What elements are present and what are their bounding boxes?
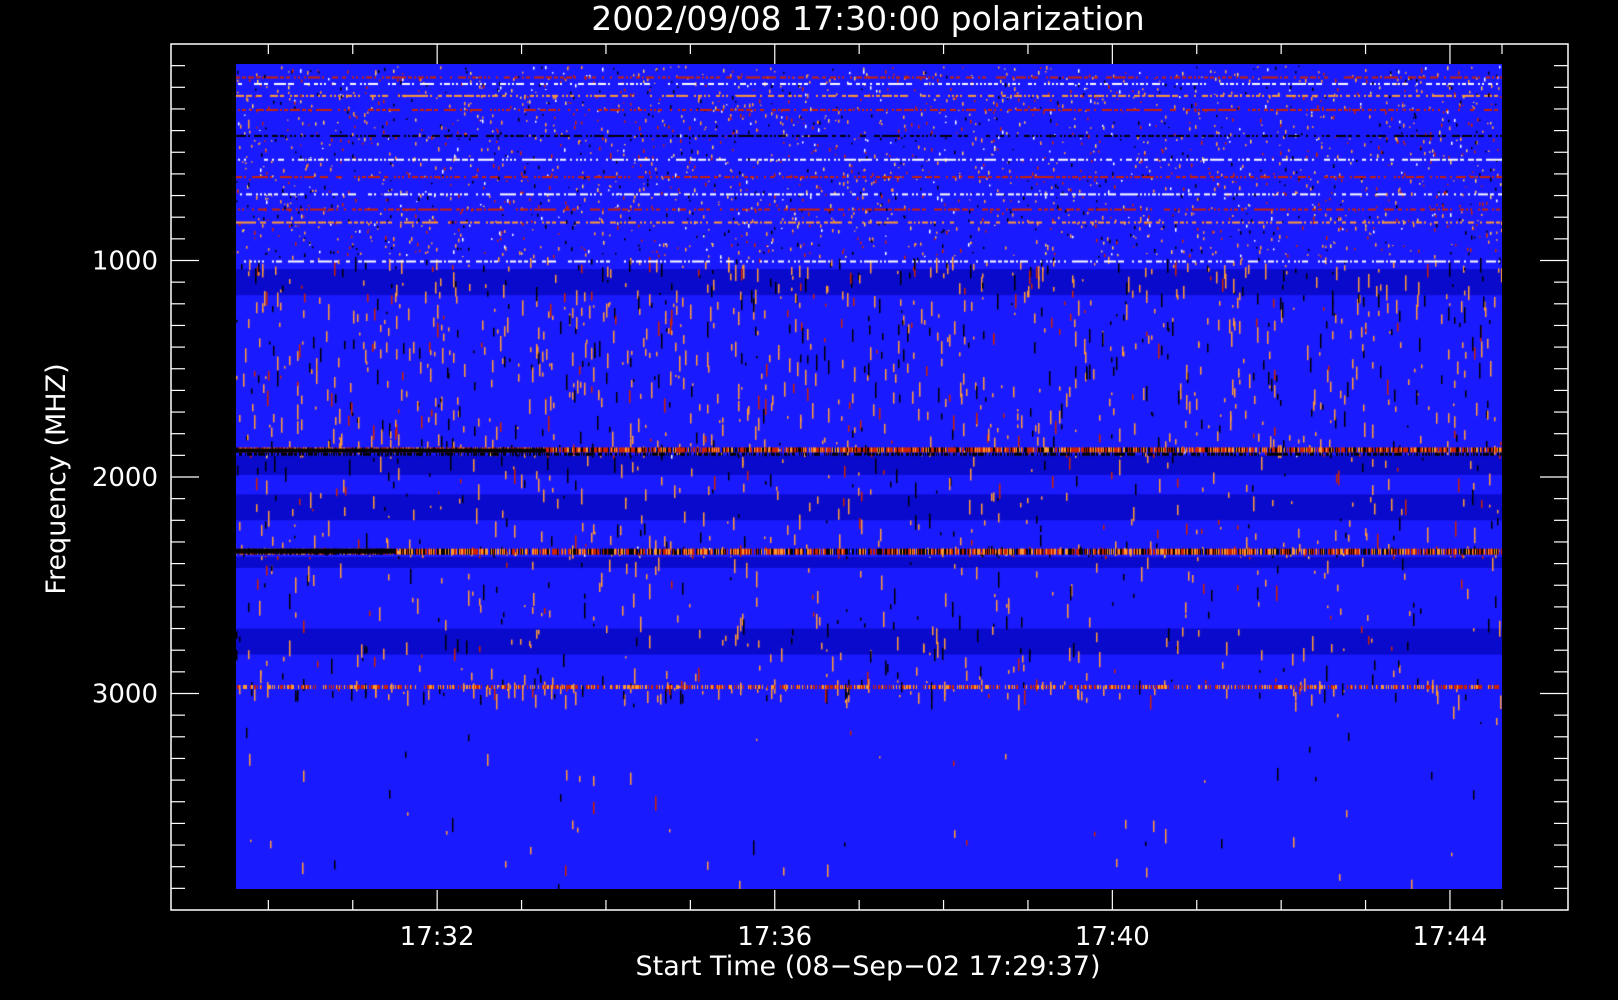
chart-title: 2002/09/08 17:30:00 polarization (591, 0, 1144, 38)
y-axis-label: Frequency (MHZ) (41, 363, 72, 594)
spectrogram-raster (236, 64, 1502, 889)
x-axis-label: Start Time (08−Sep−02 17:29:37) (636, 951, 1101, 982)
y-tick-label: 1000 (92, 247, 158, 277)
polarization-spectrogram: 2002/09/08 17:30:00 polarization 17:32 17… (0, 0, 1618, 1000)
y-tick-label: 3000 (92, 680, 158, 710)
x-tick-label: 17:44 (1412, 922, 1487, 952)
x-tick-label: 17:36 (737, 922, 812, 952)
spectrogram-image (236, 64, 1502, 889)
x-tick-label: 17:40 (1075, 922, 1150, 952)
y-tick-label: 2000 (92, 463, 158, 493)
x-tick-label: 17:32 (400, 922, 475, 952)
